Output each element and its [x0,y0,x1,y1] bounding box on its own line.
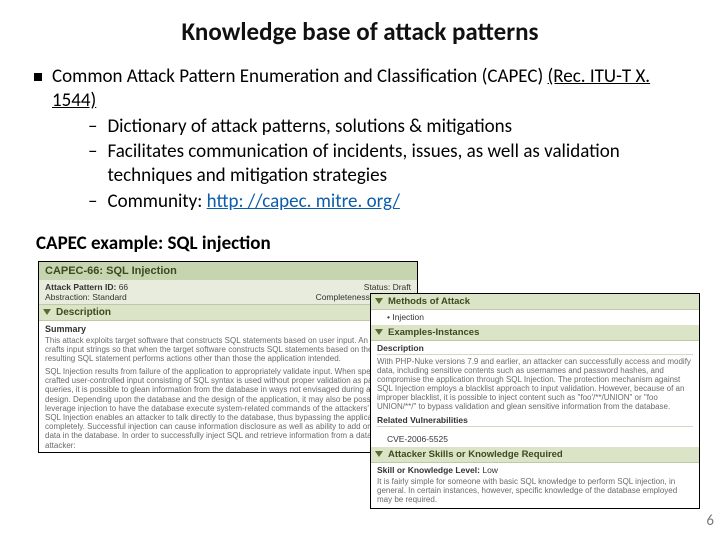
skills-header: Attacker Skills or Knowledge Required [371,447,699,463]
chevron-down-icon [375,329,383,335]
capec-id-bar: CAPEC-66: SQL Injection [39,262,417,280]
capec-url-link[interactable]: http: //capec. mitre. org/ [207,190,400,213]
skill-label: Skill or Knowledge Level: [377,465,480,475]
body-text: Common Attack Pattern Enumeration and Cl… [34,65,686,214]
embedded-screenshots: CAPEC-66: SQL Injection Attack Pattern I… [34,261,686,461]
sub3-lead: Community: [107,190,206,213]
summary-label: Summary [45,324,411,334]
page-number: 6 [706,512,714,530]
capec-left-panel: CAPEC-66: SQL Injection Attack Pattern I… [38,261,418,453]
sub-bullet-3: Community: http: //capec. mitre. org/ [107,190,686,214]
cve-value: CVE-2006-5525 [371,433,699,447]
methods-header-label: Methods of Attack [388,296,470,307]
abstraction-value: Abstraction: Standard [45,292,127,302]
id-value: 66 [119,282,128,292]
sub-bullet-1: Dictionary of attack patterns, solutions… [107,115,686,139]
desc-text: With PHP-Nuke versions 7.9 and earlier, … [377,357,693,412]
methods-header: Methods of Attack [371,294,699,310]
skills-header-label: Attacker Skills or Knowledge Required [388,449,563,460]
chevron-down-icon [43,309,51,315]
relvuln-label: Related Vulnerabilities [377,415,693,427]
desc-label: Description [377,343,693,355]
capec-right-panel: Methods of Attack Injection Examples-Ins… [370,293,700,510]
description-header: Description [39,304,417,321]
capec-meta-bar: Attack Pattern ID: 66 Abstraction: Stand… [39,280,417,304]
dash-icon: – [88,190,97,214]
methods-item: Injection [371,310,699,325]
dash-icon: – [88,115,97,139]
bullet-lead: Common Attack Pattern Enumeration and Cl… [52,65,548,88]
examples-header-label: Examples-Instances [388,327,479,338]
chevron-down-icon [375,298,383,304]
status-value: Status: Draft [364,282,411,292]
summary-p2: SQL Injection results from failure of th… [45,367,411,450]
bullet-square-icon [34,73,42,81]
page-title: Knowledge base of attack patterns [34,16,686,47]
bullet-main: Common Attack Pattern Enumeration and Cl… [52,65,686,214]
chevron-down-icon [375,451,383,457]
sub-bullet-2: Facilitates communication of incidents, … [107,140,686,188]
example-heading: CAPEC example: SQL injection [36,232,686,255]
examples-header: Examples-Instances [371,325,699,341]
description-header-label: Description [56,307,111,318]
skill-text: It is fairly simple for someone with bas… [377,477,693,505]
id-label: Attack Pattern ID: [45,282,116,292]
summary-p1: This attack exploits target software tha… [45,336,411,364]
skill-value: Low [482,465,498,475]
dash-icon: – [88,140,97,188]
